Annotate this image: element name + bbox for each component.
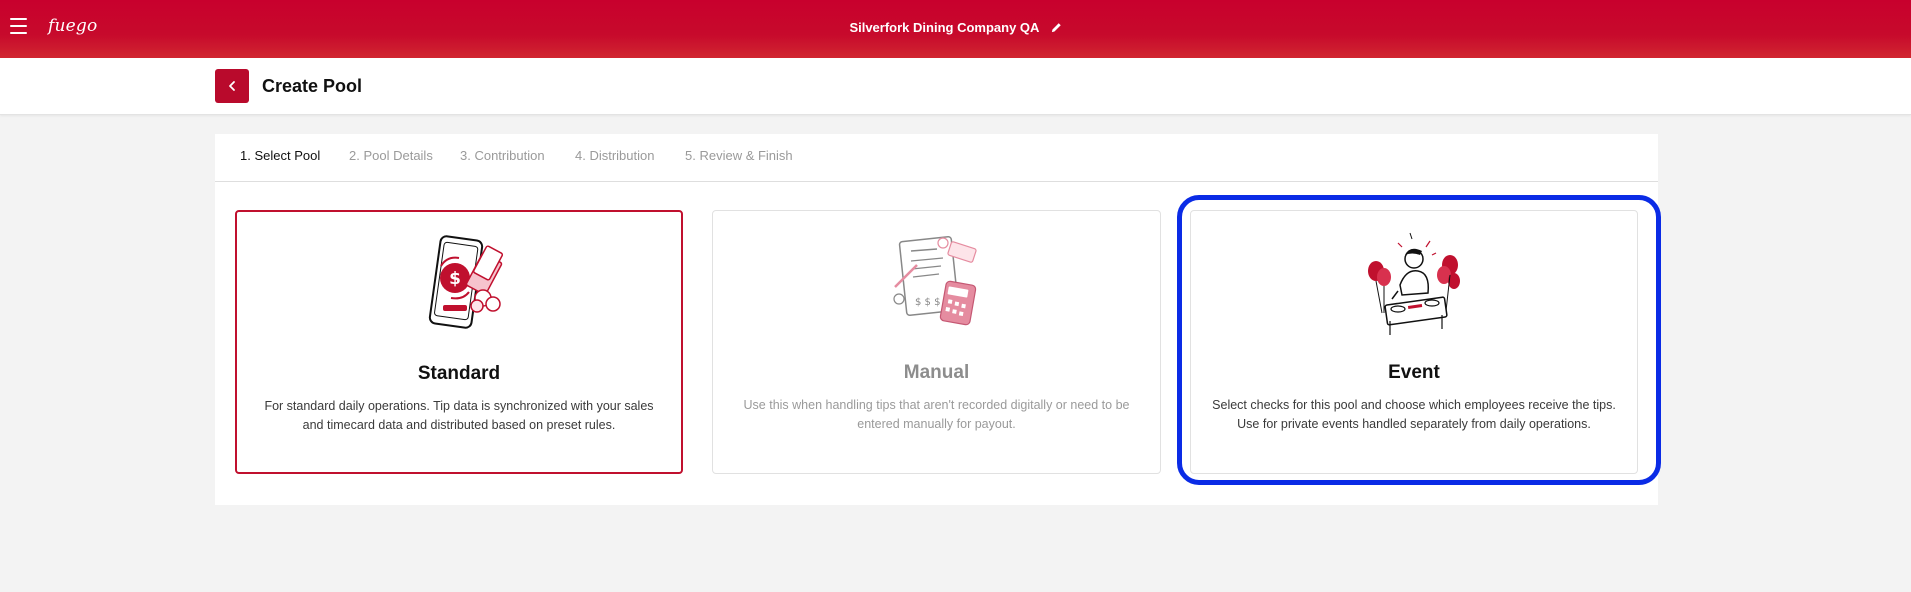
stepper: 1. Select Pool 2. Pool Details 3. Contri… bbox=[215, 134, 1658, 182]
chevron-left-icon bbox=[229, 81, 235, 91]
dj-party-illustration bbox=[1191, 225, 1637, 345]
pencil-icon[interactable] bbox=[1051, 21, 1062, 36]
card-title: Manual bbox=[903, 362, 970, 383]
card-description: For standard daily operations. Tip data … bbox=[264, 399, 654, 432]
step-distribution[interactable]: 4. Distribution bbox=[575, 148, 654, 163]
card-title: Standard bbox=[417, 363, 501, 384]
card-description: Select checks for this pool and choose w… bbox=[1212, 398, 1616, 431]
step-pool-details[interactable]: 2. Pool Details bbox=[349, 148, 433, 163]
card-description: Use this when handling tips that aren't … bbox=[743, 398, 1130, 431]
page-title: Create Pool bbox=[262, 76, 363, 96]
svg-text:$: $ bbox=[449, 269, 461, 289]
back-button[interactable] bbox=[215, 69, 249, 103]
company-name[interactable]: Silverfork Dining Company QA bbox=[0, 20, 1911, 36]
top-bar: fuego Silverfork Dining Company QA bbox=[0, 0, 1911, 58]
svg-text:$ $ $: $ $ $ bbox=[915, 297, 940, 308]
step-review-finish[interactable]: 5. Review & Finish bbox=[685, 148, 793, 163]
pool-type-card-event[interactable]: Event Select checks for this pool and ch… bbox=[1190, 210, 1638, 474]
card-title: Event bbox=[1388, 362, 1440, 383]
pool-type-card-manual[interactable]: $ $ $ Manual Use this when handling tips… bbox=[712, 210, 1161, 474]
document-calculator-illustration: $ $ $ bbox=[713, 225, 1160, 345]
company-name-label: Silverfork Dining Company QA bbox=[849, 20, 1039, 35]
page-header: Create Pool bbox=[0, 58, 1911, 115]
step-select-pool[interactable]: 1. Select Pool bbox=[240, 148, 320, 163]
step-contribution[interactable]: 3. Contribution bbox=[460, 148, 545, 163]
wizard-panel: 1. Select Pool 2. Pool Details 3. Contri… bbox=[215, 134, 1658, 505]
phone-payment-illustration: $ bbox=[237, 226, 681, 346]
pool-type-card-standard[interactable]: $ Standard For standard daily operations… bbox=[235, 210, 683, 474]
